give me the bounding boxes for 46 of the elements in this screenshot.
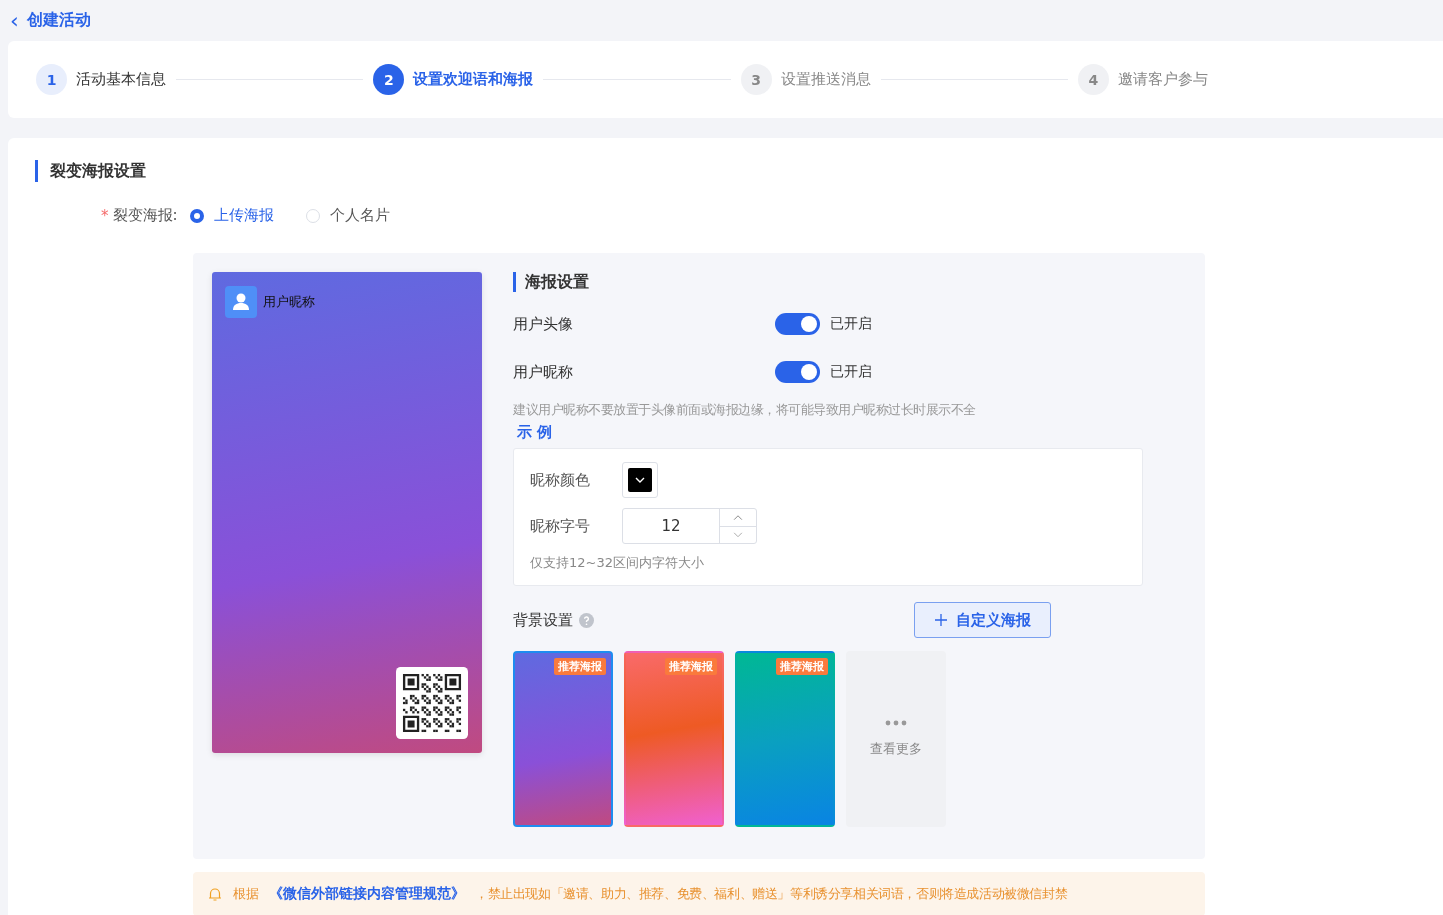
bell-icon [207,886,223,902]
toggle-switch[interactable] [775,361,820,383]
recommended-badge: 推荐海报 [776,658,828,675]
more-icon [885,720,907,726]
color-picker[interactable] [622,462,658,498]
toggle-switch[interactable] [775,313,820,335]
panel-title: 海报设置 [513,272,1186,292]
poster-thumbnail[interactable]: 推荐海报 [513,651,613,827]
radio-option[interactable]: 上传海报 [189,206,274,225]
step-number: 1 [36,64,67,95]
setting-label: 昵称颜色 [530,470,591,490]
step-label: 邀请客户参与 [1118,70,1208,89]
setting-label: 昵称字号 [530,516,591,536]
qr-code-icon [396,667,468,739]
section-title: 裂变海报设置 [35,160,1443,182]
poster-thumbnail[interactable]: 推荐海报 [624,651,724,827]
back-button[interactable]: ‹ [10,9,19,32]
step-label: 活动基本信息 [76,70,166,89]
recommended-badge: 推荐海报 [665,658,717,675]
setting-label: 用户头像 [513,314,574,334]
hint-text: 建议用户昵称不要放置于头像前面或海报边缘，将可能导致用户昵称过长时展示不全 [513,401,977,419]
poster-thumbnail[interactable]: 推荐海报 [735,651,835,827]
custom-poster-button[interactable]: 自定义海报 [914,602,1051,638]
recommended-badge: 推荐海报 [554,658,606,675]
notice-text: ，禁止出现如「邀请、助力、推荐、免费、福利、赠送」等利诱分享相关词语，否则将造成活动被微信封禁 [475,885,1068,903]
view-more-tile[interactable]: 查看更多 [846,651,946,827]
setting-label: 背景设置 [513,610,573,630]
required-mark: * [101,206,109,225]
step-label: 设置欢迎语和海报 [413,70,534,89]
notice-text: 根据 [233,885,259,903]
form-label: 裂变海报: [112,206,178,225]
page-title: 创建活动 [26,10,91,31]
radio-option[interactable]: 个人名片 [305,206,390,225]
avatar-icon [225,286,257,318]
setting-label: 用户昵称 [513,362,574,382]
step-number: 3 [740,64,772,95]
step-number: 2 [373,64,405,95]
step-label: 设置推送消息 [780,70,871,89]
nickname-text: 用户昵称 [263,293,315,311]
example-link[interactable]: 示 例 [517,423,553,442]
plus-icon [934,613,948,627]
step-number: 4 [1078,64,1109,95]
policy-link[interactable]: 《微信外部链接内容管理规范》 [269,885,465,903]
toggle-state: 已开启 [830,363,872,381]
hint-text: 仅支持12~32区间内字符大小 [530,554,705,572]
toggle-state: 已开启 [830,315,872,333]
